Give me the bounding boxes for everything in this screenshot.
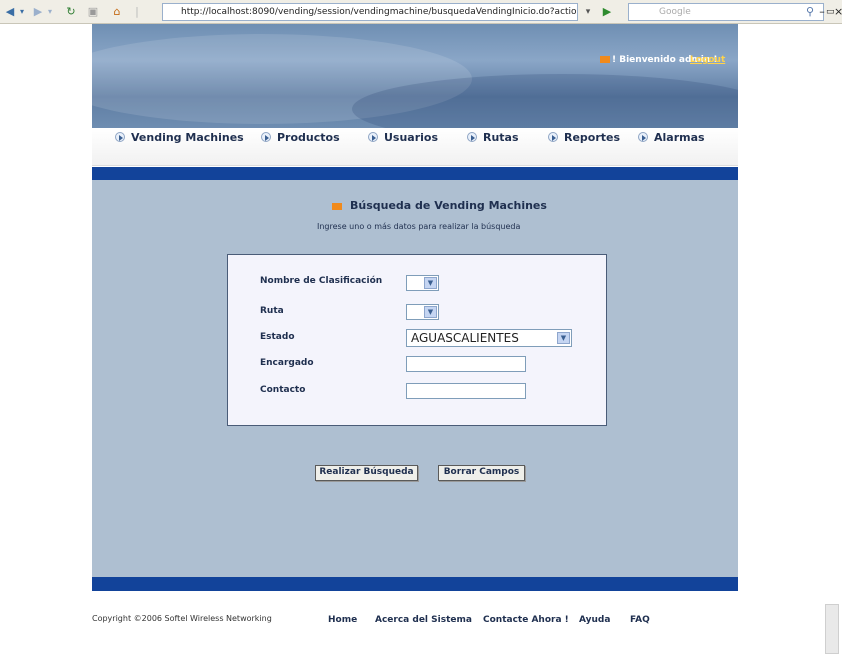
- header-divider: [92, 167, 738, 180]
- page-subtitle: Ingrese uno o más datos para realizar la…: [317, 222, 521, 231]
- stop-icon[interactable]: ▣: [84, 4, 102, 20]
- page-title: Búsqueda de Vending Machines: [332, 199, 547, 212]
- menu-bullet-icon: [548, 132, 558, 142]
- go-icon[interactable]: ▶: [600, 4, 614, 20]
- search-form: Nombre de Clasificación ▼ Ruta ▼ Estado …: [227, 254, 607, 426]
- footer-link-faq[interactable]: FAQ: [630, 615, 650, 625]
- main-menu: Vending Machines Productos Usuarios Ruta…: [92, 128, 738, 166]
- contacto-field[interactable]: [406, 383, 526, 399]
- menu-item-rutas[interactable]: Rutas: [467, 130, 519, 146]
- title-marker-icon: [332, 202, 342, 210]
- menu-item-reportes[interactable]: Reportes: [548, 130, 620, 146]
- footer-link-acerca[interactable]: Acerca del Sistema: [375, 615, 472, 625]
- ruta-select[interactable]: ▼: [406, 304, 439, 320]
- encargado-label: Encargado: [260, 358, 314, 368]
- menu-item-productos[interactable]: Productos: [261, 130, 340, 146]
- menu-item-usuarios[interactable]: Usuarios: [368, 130, 438, 146]
- estado-label: Estado: [260, 332, 295, 342]
- menu-item-label: Rutas: [483, 131, 519, 144]
- estado-selected-value: AGUASCALIENTES: [411, 331, 519, 345]
- footer-link-home[interactable]: Home: [328, 615, 357, 625]
- footer-link-contacte[interactable]: Contacte Ahora !: [483, 615, 569, 625]
- search-input[interactable]: Google: [628, 3, 824, 21]
- vertical-scrollbar[interactable]: [822, 24, 842, 654]
- forward-dropdown-icon[interactable]: ▾: [46, 4, 54, 20]
- clasificacion-label: Nombre de Clasificación: [260, 276, 383, 286]
- browser-toolbar: ◀ ▾ ▶ ▾ ↻ ▣ ⌂ | http://localhost:8090/ve…: [0, 0, 842, 24]
- menu-item-label: Productos: [277, 131, 340, 144]
- menu-item-alarmas[interactable]: Alarmas: [638, 130, 705, 146]
- page-title-text: Búsqueda de Vending Machines: [350, 199, 547, 212]
- copyright-text: Copyright ©2006 Softel Wireless Networki…: [92, 614, 272, 623]
- menu-bullet-icon: [261, 132, 271, 142]
- separator-icon: |: [135, 5, 139, 18]
- clear-fields-button[interactable]: Borrar Campos: [438, 465, 525, 481]
- restore-icon[interactable]: ▭: [826, 4, 835, 20]
- menu-item-label: Usuarios: [384, 131, 439, 144]
- user-icon: [600, 56, 610, 63]
- menu-bullet-icon: [638, 132, 648, 142]
- estado-select[interactable]: AGUASCALIENTES ▼: [406, 329, 572, 347]
- address-dropdown-icon[interactable]: ▾: [582, 4, 594, 20]
- logout-link[interactable]: Logout: [690, 55, 725, 65]
- address-bar[interactable]: http://localhost:8090/vending/session/ve…: [162, 3, 578, 21]
- magnifier-icon[interactable]: ⚲: [800, 4, 820, 20]
- main-content: Búsqueda de Vending Machines Ingrese uno…: [92, 180, 738, 577]
- chevron-down-icon[interactable]: ▼: [557, 332, 570, 344]
- close-icon[interactable]: ×: [834, 4, 842, 20]
- contacto-label: Contacto: [260, 385, 306, 395]
- reload-icon[interactable]: ↻: [62, 4, 80, 20]
- site-header: ! Bienvenido admin ! Logout: [92, 24, 738, 128]
- home-icon[interactable]: ⌂: [108, 4, 126, 20]
- footer-link-ayuda[interactable]: Ayuda: [579, 615, 610, 625]
- menu-item-label: Reportes: [564, 131, 621, 144]
- ruta-label: Ruta: [260, 306, 284, 316]
- menu-bullet-icon: [115, 132, 125, 142]
- menu-item-vending-machines[interactable]: Vending Machines: [115, 130, 244, 146]
- back-dropdown-icon[interactable]: ▾: [18, 4, 26, 20]
- search-button[interactable]: Realizar Búsqueda: [315, 465, 418, 481]
- footer-divider: [92, 577, 738, 591]
- forward-icon[interactable]: ▶: [30, 4, 46, 20]
- chevron-down-icon[interactable]: ▼: [424, 277, 437, 289]
- chevron-down-icon[interactable]: ▼: [424, 306, 437, 318]
- menu-item-label: Alarmas: [654, 131, 705, 144]
- scrollbar-thumb[interactable]: [825, 604, 839, 654]
- minimize-icon[interactable]: –: [818, 4, 826, 20]
- encargado-field[interactable]: [406, 356, 526, 372]
- menu-item-label: Vending Machines: [131, 131, 244, 144]
- clasificacion-select[interactable]: ▼: [406, 275, 439, 291]
- menu-bullet-icon: [467, 132, 477, 142]
- menu-bullet-icon: [368, 132, 378, 142]
- back-icon[interactable]: ◀: [2, 4, 18, 20]
